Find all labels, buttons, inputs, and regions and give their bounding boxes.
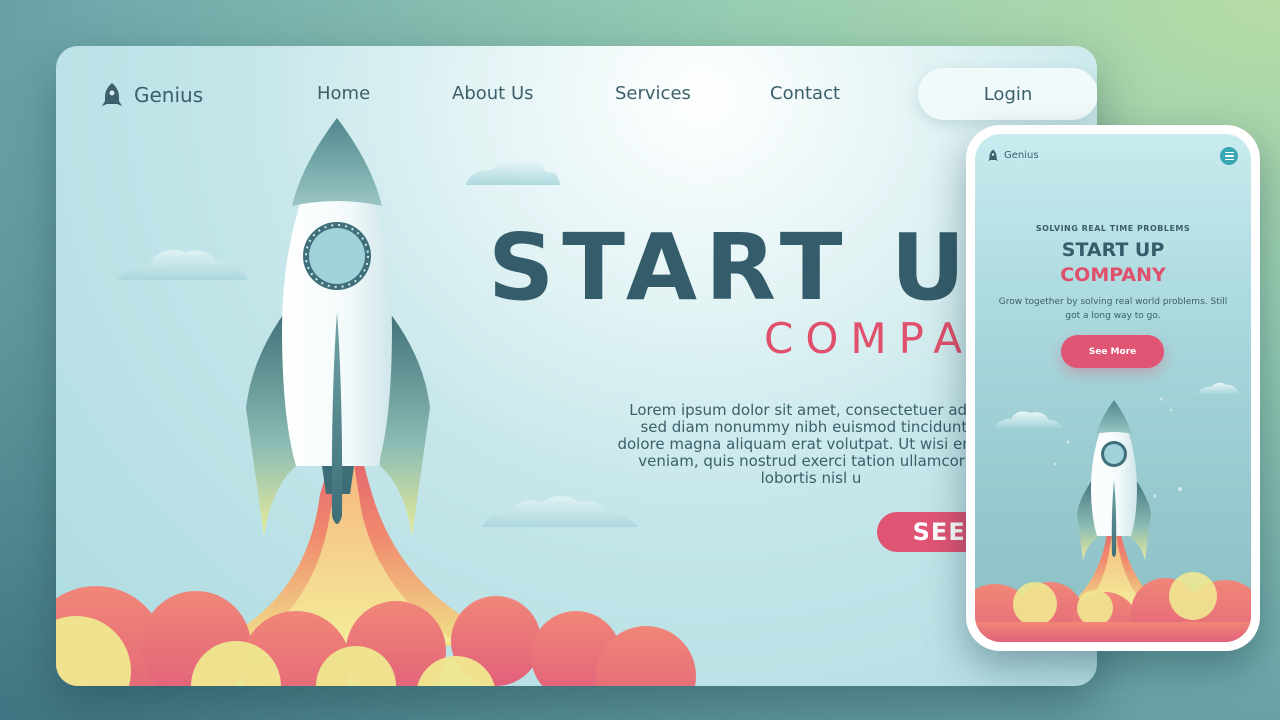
mobile-hero-subtitle: COMPANY [1060,264,1166,286]
nav-link-about[interactable]: About Us [452,83,534,104]
desktop-mockup: Genius Home About Us Services Contact Lo… [56,46,1097,686]
rocket-icon [988,149,998,161]
nav-link-home[interactable]: Home [317,83,370,104]
mobile-screen: Genius SOLVING REAL TIME PROBLEMS START … [975,134,1251,642]
nav-link-services[interactable]: Services [615,83,691,104]
brand-name: Genius [134,83,204,107]
mobile-hero-description: Grow together by solving real world prob… [991,295,1235,323]
nav-link-contact[interactable]: Contact [770,83,840,104]
mobile-brand-logo[interactable]: Genius [988,149,1039,162]
rocket-icon [102,83,122,106]
mobile-eyebrow: SOLVING REAL TIME PROBLEMS [1035,224,1191,233]
login-button[interactable]: Login [918,68,1097,120]
mobile-description-line: Grow together by solving real world prob… [998,297,1228,307]
cloud-shape [482,496,638,527]
cloud-shape [118,249,248,280]
rocket-launch-illustration [56,118,696,686]
cloud-shape [466,159,560,185]
brand-logo[interactable]: Genius [102,82,203,108]
mobile-description-line: got a long way to go. [1065,311,1161,321]
mobile-hero-title: START UP [1061,239,1165,261]
hero-title: START U [488,214,974,321]
hamburger-menu-icon[interactable] [1220,147,1238,165]
mobile-mockup: Genius SOLVING REAL TIME PROBLEMS START … [966,125,1260,651]
mobile-rocket-illustration [975,382,1251,642]
mobile-brand-name: Genius [1004,150,1039,161]
mobile-see-more-button[interactable]: See More [1061,335,1164,368]
